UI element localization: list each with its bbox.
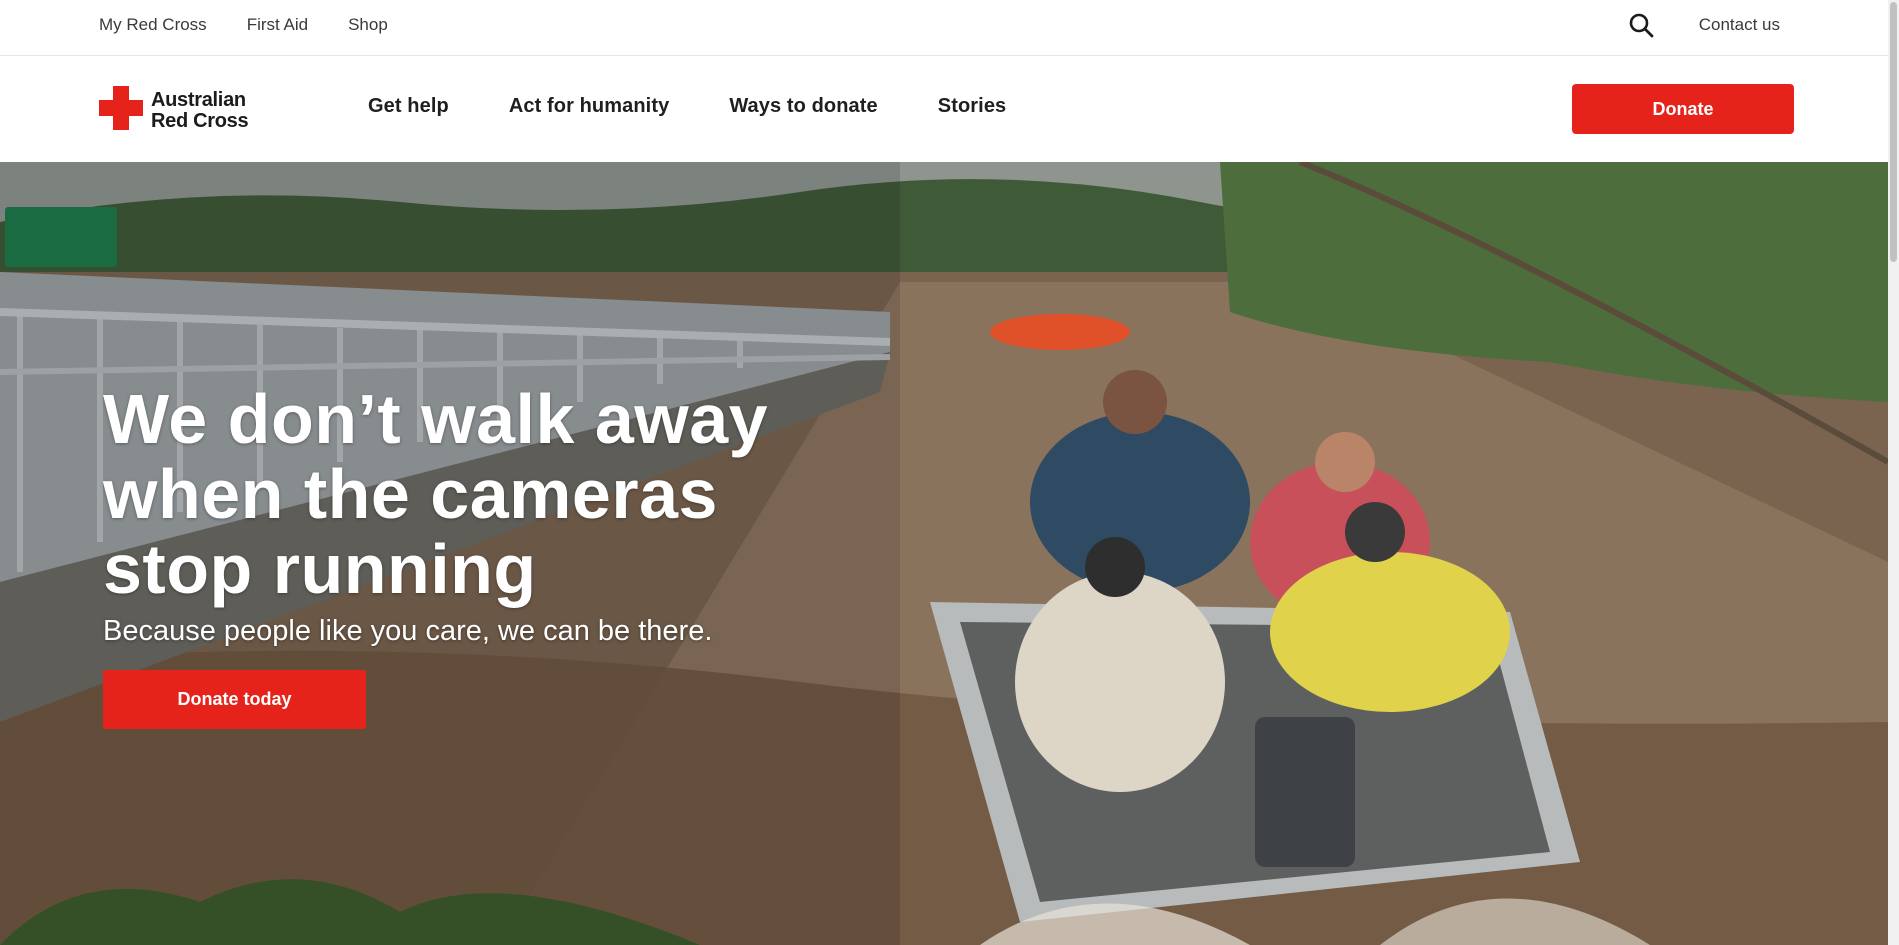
page-scrollbar[interactable] — [1888, 0, 1899, 945]
red-cross-icon — [99, 86, 143, 135]
nav-act-for-humanity[interactable]: Act for humanity — [509, 95, 670, 118]
hero: We don’t walk away when the cameras stop… — [0, 162, 1888, 945]
utility-link-shop[interactable]: Shop — [348, 15, 388, 35]
logo-text: Australian Red Cross — [151, 88, 249, 132]
utility-link-first-aid[interactable]: First Aid — [247, 15, 308, 35]
donate-button[interactable]: Donate — [1572, 84, 1794, 134]
utility-nav: My Red Cross First Aid Shop — [99, 0, 388, 50]
nav-ways-to-donate[interactable]: Ways to donate — [729, 95, 877, 118]
scrollbar-thumb[interactable] — [1890, 2, 1897, 262]
main-header: Australian Red Cross Get help Act for hu… — [0, 56, 1888, 161]
nav-get-help[interactable]: Get help — [368, 95, 449, 118]
hero-subtitle: Because people like you care, we can be … — [103, 615, 713, 647]
contact-us-link[interactable]: Contact us — [1699, 15, 1780, 35]
logo[interactable]: Australian Red Cross — [99, 86, 249, 135]
utility-link-my-red-cross[interactable]: My Red Cross — [99, 15, 207, 35]
logo-line-1: Australian — [151, 88, 246, 111]
hero-title: We don’t walk away when the cameras stop… — [103, 380, 769, 608]
hero-content: We don’t walk away when the cameras stop… — [103, 382, 863, 729]
donate-today-button[interactable]: Donate today — [103, 670, 366, 729]
search-icon[interactable] — [1627, 11, 1655, 39]
logo-line-2: Red Cross — [151, 109, 249, 132]
nav-stories[interactable]: Stories — [938, 95, 1007, 118]
utility-right: Contact us — [1627, 0, 1780, 50]
main-nav: Get help Act for humanity Ways to donate… — [368, 56, 1006, 156]
utility-bar: My Red Cross First Aid Shop Contact us — [0, 0, 1888, 56]
